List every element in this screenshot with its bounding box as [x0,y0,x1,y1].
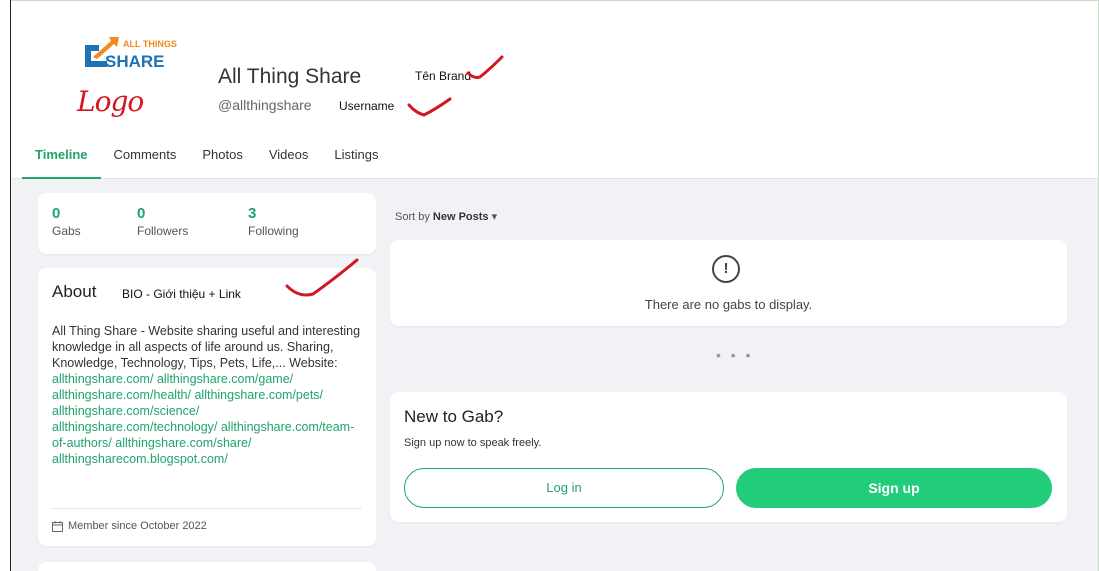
profile-header: ALL THINGS SHARE Logo All Thing Share @a… [11,1,1098,179]
bio-link[interactable]: allthingsharecom.blogspot.com/ [52,452,228,466]
bio-link[interactable]: allthingshare.com/ [52,372,153,386]
member-since: Member since October 2022 [52,520,207,532]
tab-listings[interactable]: Listings [321,141,391,179]
tab-timeline[interactable]: Timeline [22,141,101,179]
about-card: About All Thing Share - Website sharing … [38,268,376,546]
tab-videos[interactable]: Videos [256,141,322,179]
empty-feed-message: There are no gabs to display. [644,297,813,312]
stat-following-label: Following [248,224,299,238]
sidebar-next-card [38,562,376,571]
main-content: 0 Gabs 0 Followers 3 Following About All… [11,179,1098,571]
join-card: New to Gab? Sign up now to speak freely.… [390,392,1067,522]
stat-gabs-value: 0 [52,205,61,222]
profile-tabs: Timeline Comments Photos Videos Listings [22,141,391,179]
bio-link[interactable]: allthingshare.com/science/ [52,404,199,418]
annotation-username: Username [339,99,395,113]
bio-link[interactable]: allthingshare.com/health/ [52,388,191,402]
member-since-text: Member since October 2022 [68,520,207,532]
empty-feed-card: ! There are no gabs to display. [390,240,1067,326]
logo-bottom-text: SHARE [105,52,165,71]
caret-down-icon: ▾ [491,211,498,223]
stat-gabs-label: Gabs [52,224,81,238]
sort-value: New Posts [432,211,489,223]
tab-photos[interactable]: Photos [189,141,255,179]
join-subtitle: Sign up now to speak freely. [404,437,542,449]
about-bio: All Thing Share - Website sharing useful… [52,323,364,467]
annotation-brand: Tên Brand [415,69,472,83]
profile-name: All Thing Share [218,65,362,88]
tab-comments[interactable]: Comments [101,141,190,179]
annotation-logo: Logo [77,85,144,118]
stat-followers-value: 0 [137,205,146,222]
about-divider [52,508,362,509]
stat-followers[interactable]: 0 Followers [137,205,188,238]
check-mark-brand-icon [466,55,504,79]
bio-link[interactable]: allthingshare.com/share/ [115,436,251,450]
calendar-icon [52,520,63,532]
brand-logo: ALL THINGS SHARE [85,37,177,71]
login-button[interactable]: Log in [404,468,724,508]
stats-card: 0 Gabs 0 Followers 3 Following [38,193,376,254]
join-title: New to Gab? [404,407,504,426]
bio-link[interactable]: allthingshare.com/technology/ [52,420,217,434]
stat-following-value: 3 [248,205,257,222]
logo-top-text: ALL THINGS [123,39,177,49]
about-bio-text: All Thing Share - Website sharing useful… [52,324,361,370]
about-title: About [52,282,97,301]
bio-link[interactable]: allthingshare.com/pets/ [194,388,323,402]
stat-followers-label: Followers [137,224,189,238]
sort-prefix: Sort by [395,211,430,223]
annotation-bio: BIO - Giới thiệu + Link [122,287,241,301]
more-dots: • • • [716,347,754,363]
profile-username: @allthingshare [218,97,312,113]
stat-gabs[interactable]: 0 Gabs [52,205,81,238]
alert-circle-icon: ! [712,255,740,283]
signup-button[interactable]: Sign up [736,468,1052,508]
check-mark-username-icon [407,97,452,117]
sort-dropdown[interactable]: Sort by New Posts ▾ [395,210,497,223]
bio-link[interactable]: allthingshare.com/game/ [157,372,293,386]
stat-following[interactable]: 3 Following [248,205,299,238]
check-mark-bio-icon [285,258,359,297]
